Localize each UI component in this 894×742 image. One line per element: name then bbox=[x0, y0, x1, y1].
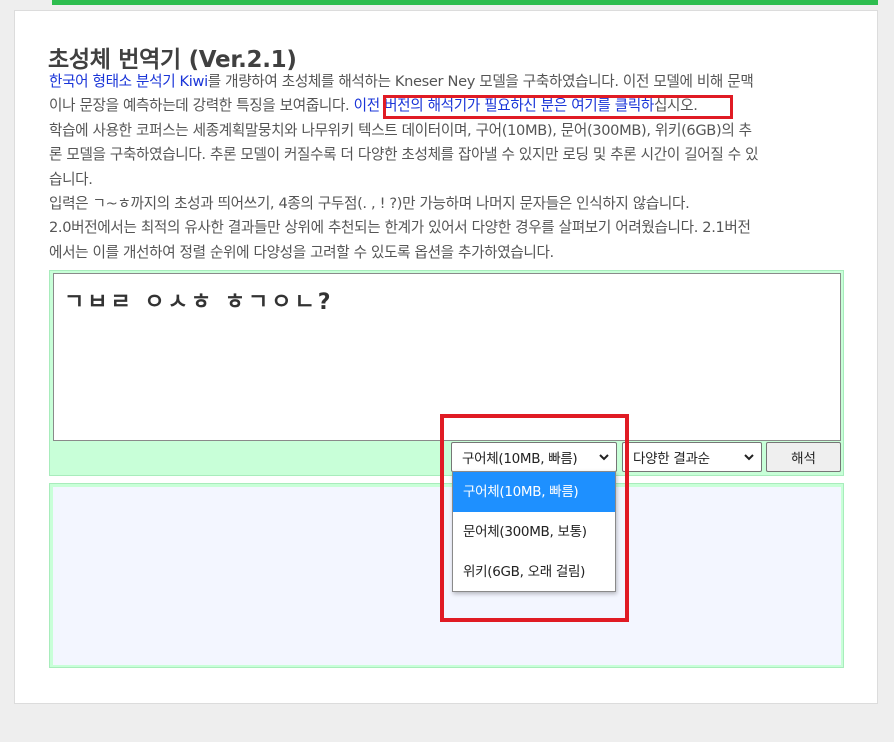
order-select[interactable]: 다양한 결과순 bbox=[622, 442, 762, 472]
model-dropdown-list: 구어체(10MB, 빠름) 문어체(300MB, 보통) 위키(6GB, 오래 … bbox=[452, 471, 616, 592]
order-select-value: 다양한 결과순 bbox=[633, 451, 710, 467]
description-line-6: 입력은 ㄱ~ㅎ까지의 초성과 띄어쓰기, 4종의 구두점(. , ! ?)만 가… bbox=[49, 195, 690, 213]
description-line-2-text: 이나 문장을 예측하는데 강력한 특징을 보여줍니다. bbox=[49, 97, 350, 115]
description-line-7: 2.0버전에서는 최적의 유사한 결과들만 상위에 추천되는 한계가 있어서 다… bbox=[49, 219, 751, 237]
kiwi-link[interactable]: 한국어 형태소 분석기 Kiwi bbox=[49, 73, 208, 90]
description-line-2: 이나 문장을 예측하는데 강력한 특징을 보여줍니다. 이전 버전의 해석기가 … bbox=[49, 94, 849, 118]
description: 한국어 형태소 분석기 Kiwi를 개량하여 초성체를 해석하는 Kneser … bbox=[49, 70, 849, 265]
chevron-down-icon bbox=[744, 454, 754, 461]
description-line-1: 한국어 형태소 분석기 Kiwi를 개량하여 초성체를 해석하는 Kneser … bbox=[49, 70, 849, 94]
model-select-value: 구어체(10MB, 빠름) bbox=[462, 451, 578, 467]
output-area bbox=[53, 487, 841, 665]
description-line-8: 에서는 이를 개선하여 정렬 순위에 다양성을 고려할 수 있도록 옵션을 추가… bbox=[49, 243, 554, 261]
description-line-1-text: 를 개량하여 초성체를 해석하는 Kneser Ney 모델을 구축하였습니다.… bbox=[207, 73, 754, 90]
translate-button[interactable]: 해석 bbox=[766, 442, 841, 472]
model-option-written[interactable]: 문어체(300MB, 보통) bbox=[453, 512, 615, 552]
description-line-3: 학습에 사용한 코퍼스는 세종계획말뭉치와 나무위키 텍스트 데이터이며, 구어… bbox=[49, 121, 752, 139]
description-line-5: 습니다. bbox=[49, 170, 93, 188]
model-option-spoken[interactable]: 구어체(10MB, 빠름) bbox=[453, 472, 615, 512]
top-accent-bar bbox=[52, 0, 878, 5]
description-line-2-end: 십시오. bbox=[653, 97, 698, 115]
old-version-link[interactable]: 이전 버전의 해석기가 필요하신 분은 여기를 클릭하 bbox=[354, 97, 655, 114]
description-line-4: 론 모델을 구축하였습니다. 추론 모델이 커질수록 더 다양한 초성체를 잡아… bbox=[49, 146, 759, 164]
model-option-wiki[interactable]: 위키(6GB, 오래 걸림) bbox=[453, 552, 615, 592]
model-select[interactable]: 구어체(10MB, 빠름) bbox=[451, 442, 617, 472]
chosung-input[interactable]: ㄱㅂㄹ ㅇㅅㅎ ㅎㄱㅇㄴ? bbox=[53, 273, 841, 441]
page-title: 초성체 번역기 (Ver.2.1) bbox=[48, 47, 297, 73]
chevron-down-icon bbox=[599, 454, 609, 461]
